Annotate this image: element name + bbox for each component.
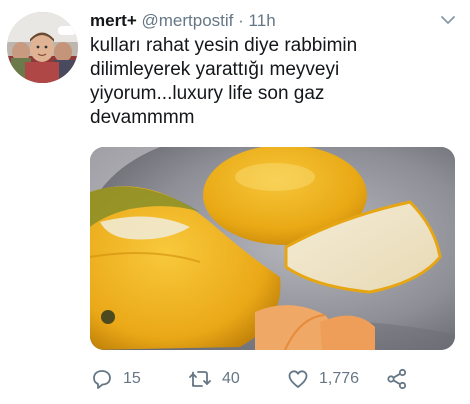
fruit-photo [90,147,455,350]
tweet-header: mert+ @mertpostif · 11h [90,11,276,31]
tweet-text-line: dilimleyerek yarattığı meyveyi [90,59,340,80]
retweet-icon [187,367,213,391]
tweet-text-line: devammmm [90,107,195,128]
heart-icon [286,367,310,391]
tweet-photo[interactable] [90,147,455,350]
display-name[interactable]: mert+ [90,11,137,30]
reply-icon [90,367,114,391]
tweet: mert+ @mertpostif · 11h kulları rahat ye… [0,0,470,404]
tweet-text: kulları rahat yesin diye rabbimin diliml… [90,34,450,130]
retweet-count: 40 [222,370,240,387]
share-button[interactable] [385,366,409,392]
retweet-button[interactable]: 40 [187,366,240,392]
tweet-text-line: kulları rahat yesin diye rabbimin [90,35,358,56]
timestamp[interactable]: 11h [249,11,276,30]
like-button[interactable]: 1,776 [286,366,359,392]
reply-count: 15 [123,370,141,387]
user-handle[interactable]: @mertpostif [142,11,234,30]
tweet-actions: 15 40 1,776 [90,366,460,392]
avatar[interactable] [7,12,78,83]
avatar-image [7,12,78,83]
separator-dot: · [238,11,244,30]
share-icon [385,367,409,391]
like-count: 1,776 [319,370,360,387]
tweet-text-line: yiyorum...luxury life son gaz [90,83,325,104]
chevron-down-icon[interactable] [439,11,457,29]
reply-button[interactable]: 15 [90,366,141,392]
